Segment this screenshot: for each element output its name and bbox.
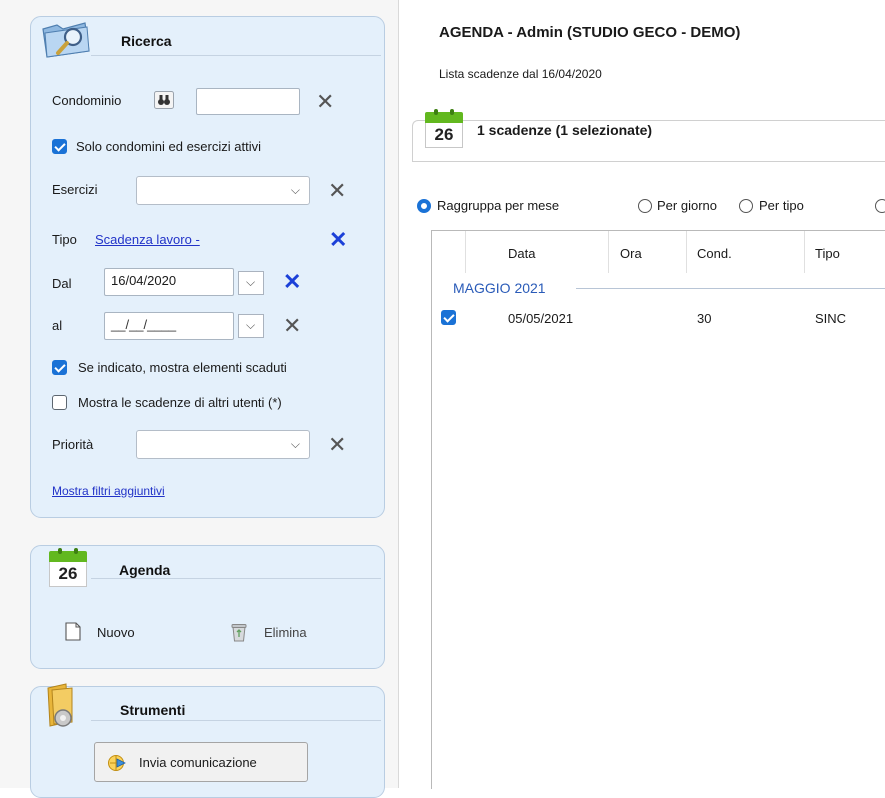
clear-priorita-icon[interactable]: ✕: [328, 434, 346, 456]
chevron-down-icon: ⌵: [246, 275, 256, 289]
column-header-tipo[interactable]: Tipo: [815, 246, 840, 261]
page-title: AGENDA - Admin (STUDIO GECO - DEMO): [439, 24, 741, 41]
send-mail-icon: [108, 755, 126, 771]
column-header-data[interactable]: Data: [508, 246, 535, 261]
column-header-ora[interactable]: Ora: [620, 246, 642, 261]
group-by-month-label: Raggruppa per mese: [437, 198, 560, 213]
new-document-icon[interactable]: [65, 622, 81, 641]
chevron-down-icon: ⌵: [290, 183, 300, 197]
agenda-panel-title: Agenda: [119, 562, 171, 578]
more-filters-link[interactable]: Mostra filtri aggiuntivi: [52, 484, 165, 498]
group-by-day-radio[interactable]: [638, 199, 652, 213]
tools-panel-title: Strumenti: [120, 702, 186, 718]
send-communication-button[interactable]: Invia comunicazione: [94, 742, 308, 782]
binoculars-icon[interactable]: [154, 91, 174, 109]
dal-date-input[interactable]: 16/04/2020: [104, 268, 234, 296]
recycle-bin-icon[interactable]: [230, 622, 248, 642]
calendar-icon: 26: [49, 548, 87, 587]
clear-al-icon[interactable]: ✕: [283, 315, 301, 337]
chevron-down-icon: ⌵: [246, 318, 256, 332]
dal-label: Dal: [52, 276, 72, 291]
condominio-input[interactable]: [196, 88, 300, 115]
calendar-day: 26: [425, 123, 463, 148]
esercizi-select[interactable]: ⌵: [136, 176, 310, 205]
condominio-label: Condominio: [52, 93, 122, 108]
solo-attivi-checkbox[interactable]: [52, 139, 67, 154]
clear-tipo-icon[interactable]: ✕: [329, 229, 347, 251]
column-header-cond[interactable]: Cond.: [697, 246, 732, 261]
row-cond[interactable]: 30: [697, 311, 711, 326]
tipo-label: Tipo: [52, 232, 77, 247]
group-by-day-label: Per giorno: [657, 198, 717, 213]
row-tipo[interactable]: SINC: [815, 311, 846, 326]
al-date-input[interactable]: __/__/____: [104, 312, 234, 340]
dal-dropdown-button[interactable]: ⌵: [238, 271, 264, 295]
new-button[interactable]: Nuovo: [97, 625, 135, 640]
al-dropdown-button[interactable]: ⌵: [238, 314, 264, 338]
chevron-down-icon: ⌵: [290, 437, 300, 451]
tipo-link[interactable]: Scadenza lavoro -: [95, 232, 200, 247]
group-header-month: MAGGIO 2021: [453, 280, 546, 296]
group-by-type-radio[interactable]: [739, 199, 753, 213]
esercizi-label: Esercizi: [52, 182, 98, 197]
group-by-type-label: Per tipo: [759, 198, 804, 213]
calendar-icon: 26: [425, 109, 463, 148]
group-option-radio[interactable]: [875, 199, 885, 213]
tools-folder-icon: [47, 683, 73, 727]
row-data[interactable]: 05/05/2021: [508, 311, 573, 326]
divider: [91, 720, 381, 721]
send-communication-label: Invia comunicazione: [139, 755, 257, 770]
scadenze-count: 1 scadenze (1 selezionate): [471, 122, 659, 138]
divider: [91, 578, 381, 579]
clear-condominio-icon[interactable]: ✕: [316, 91, 334, 113]
row-select-checkbox[interactable]: [441, 310, 456, 325]
page-subtitle: Lista scadenze dal 16/04/2020: [439, 67, 602, 81]
search-panel-title: Ricerca: [121, 33, 172, 49]
clear-esercizi-icon[interactable]: ✕: [328, 180, 346, 202]
group-divider: [576, 288, 885, 289]
search-folder-icon: [42, 22, 90, 58]
solo-attivi-label: Solo condomini ed esercizi attivi: [76, 139, 261, 154]
al-label: al: [52, 318, 63, 333]
calendar-day: 26: [49, 562, 87, 587]
mostra-scaduti-label: Se indicato, mostra elementi scaduti: [78, 360, 287, 375]
mostra-scaduti-checkbox[interactable]: [52, 360, 67, 375]
altri-utenti-checkbox[interactable]: [52, 395, 67, 410]
clear-dal-icon[interactable]: ✕: [283, 271, 301, 293]
divider: [91, 55, 381, 56]
altri-utenti-label: Mostra le scadenze di altri utenti (*): [78, 395, 282, 410]
priorita-select[interactable]: ⌵: [136, 430, 310, 459]
priorita-label: Priorità: [52, 437, 94, 452]
group-by-month-radio[interactable]: [417, 199, 431, 213]
delete-button[interactable]: Elimina: [264, 625, 307, 640]
